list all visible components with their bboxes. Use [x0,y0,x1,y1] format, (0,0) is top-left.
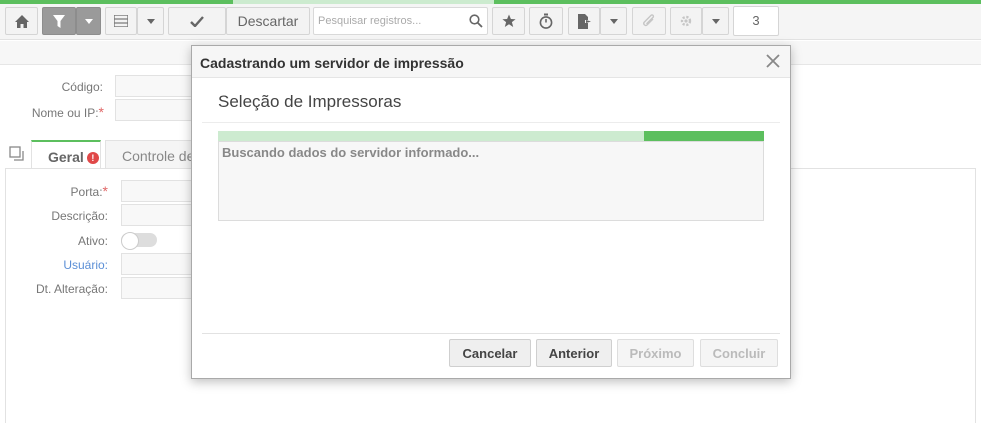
stopwatch-icon [539,13,553,29]
export-icon [577,13,591,29]
chevron-down-icon [146,18,155,24]
favorite-button[interactable] [492,7,525,35]
dt-alteracao-field[interactable] [121,277,193,299]
star-icon [501,14,516,27]
search-progress-fill [644,131,764,141]
nome-ip-label: Nome ou IP:* [20,104,104,120]
required-mark: * [102,183,108,199]
tab-geral[interactable]: Geral! [31,140,101,169]
toolbar: Descartar 3 [0,4,981,40]
descricao-field[interactable] [121,204,193,226]
search-icon[interactable] [469,14,483,31]
filter-dropdown-button[interactable] [76,7,101,35]
porta-label: Porta:* [30,183,108,199]
status-textarea[interactable]: Buscando dados do servidor informado... [218,141,764,221]
filter-button[interactable] [42,7,76,35]
dt-alteracao-label: Dt. Alteração: [35,282,108,296]
ativo-label: Ativo: [77,234,108,248]
copy-icon[interactable] [9,146,25,165]
ativo-toggle[interactable] [121,232,157,250]
codigo-label: Código: [61,80,103,94]
step-divider [202,122,780,123]
tab-controle[interactable]: Controle de [105,140,195,169]
filter-icon [53,14,65,28]
next-button[interactable]: Próximo [617,339,694,367]
save-button[interactable] [168,7,226,35]
search-box [313,7,488,35]
search-input[interactable] [314,8,464,34]
view-list-button[interactable] [105,7,137,35]
discard-button-label: Descartar [237,13,299,29]
codigo-field[interactable] [115,75,195,97]
previous-button[interactable]: Anterior [536,339,612,367]
page-number-indicator[interactable]: 3 [733,6,779,36]
view-dropdown-button[interactable] [137,7,164,35]
tab-geral-label: Geral [48,149,84,165]
settings-button[interactable] [670,7,702,35]
home-icon [14,14,29,28]
chevron-down-icon [711,18,720,24]
porta-label-text: Porta: [70,185,103,199]
error-icon: ! [86,152,99,164]
home-button[interactable] [5,7,38,35]
descricao-label: Descrição: [51,209,108,223]
required-mark: * [98,104,104,120]
paperclip-icon [643,13,655,26]
cancel-button[interactable]: Cancelar [449,339,531,367]
usuario-link[interactable]: Usuário: [20,258,108,272]
check-icon [190,15,204,27]
usuario-field[interactable] [121,253,193,275]
tab-controle-label: Controle de [122,148,195,164]
nome-ip-label-text: Nome ou IP: [31,106,99,120]
attachment-button[interactable] [632,7,666,35]
step-title: Seleção de Impressoras [218,92,402,111]
list-icon [114,15,128,27]
export-button[interactable] [568,7,600,35]
dialog-title: Cadastrando um servidor de impressão [200,55,464,71]
dialog-footer-divider [202,333,780,334]
printer-server-dialog: Cadastrando um servidor de impressão Sel… [191,45,791,379]
settings-dropdown-button[interactable] [702,7,729,35]
finish-button[interactable]: Concluir [700,339,778,367]
chevron-down-icon [609,18,618,24]
search-progress-bar [218,131,764,141]
close-icon[interactable] [766,54,780,71]
nome-ip-field[interactable] [115,99,195,121]
export-dropdown-button[interactable] [600,7,627,35]
gear-icon [680,15,692,27]
timer-button[interactable] [529,7,563,35]
dialog-header: Cadastrando um servidor de impressão [192,46,790,78]
discard-button[interactable]: Descartar [226,7,310,35]
porta-field[interactable] [121,180,193,202]
chevron-down-icon [84,18,93,24]
